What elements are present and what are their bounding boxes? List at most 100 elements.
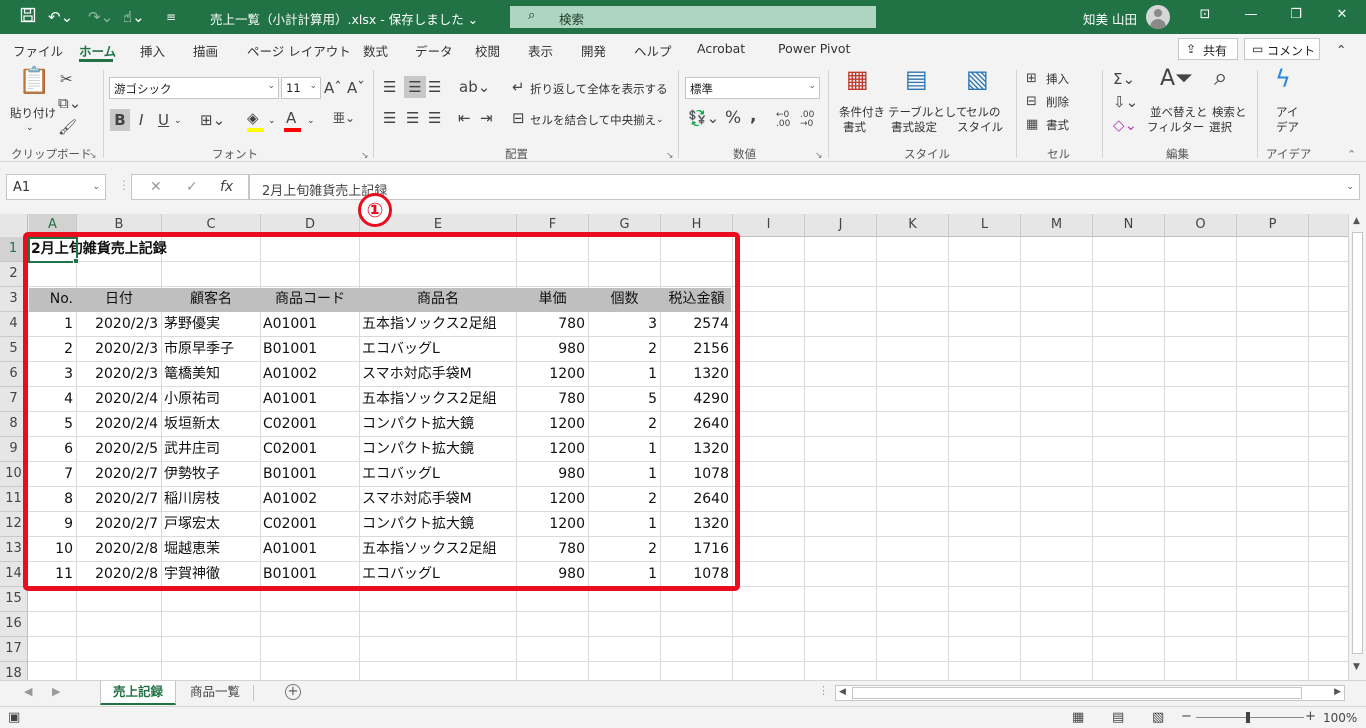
user-name[interactable]: 知美 山田 [1083,9,1137,28]
tab-power-pivot[interactable]: Power Pivot [778,41,850,56]
tab-draw[interactable]: 描画 [193,41,218,60]
column-header[interactable]: J [805,214,877,237]
cell-styles-icon[interactable]: ▧ [966,67,989,91]
fill-color-icon[interactable]: ◈ [247,109,259,127]
borders-icon[interactable]: ⊞⌄ [200,111,225,129]
ideas-label[interactable]: アイ [1276,105,1298,119]
decrease-font-size-icon[interactable]: Aˇ [347,79,365,97]
expand-formula-bar-icon[interactable]: ⌄ [1346,182,1354,192]
find-select-label[interactable]: 検索と [1212,105,1247,119]
tab-review[interactable]: 校閲 [475,41,500,60]
vertical-scroll-thumb[interactable] [1352,232,1363,654]
merge-dropdown-icon[interactable]: ⌄ [656,113,664,127]
percent-style-icon[interactable]: % [725,109,741,127]
save-icon[interactable] [20,7,36,28]
column-header[interactable]: M [1021,214,1093,237]
format-painter-icon[interactable]: 🖌 [58,118,77,136]
align-top-icon[interactable]: ☰ [383,78,396,96]
share-button[interactable]: ⇪ 共有 [1178,38,1238,60]
column-header[interactable]: N [1093,214,1165,237]
zoom-slider-thumb[interactable] [1246,712,1250,723]
undo-icon[interactable]: ↶⌄ [48,7,73,27]
avatar[interactable] [1146,5,1170,29]
tab-insert[interactable]: 挿入 [140,41,165,60]
format-cells-icon[interactable]: ▦ [1026,116,1038,134]
font-color-dropdown-icon[interactable]: ⌄ [307,114,315,128]
delete-cells-icon[interactable]: ⊟ [1026,93,1037,111]
align-center-icon[interactable]: ☰ [406,109,419,127]
tab-split-handle-icon[interactable]: ⋮ [818,684,829,697]
column-header[interactable]: P [1237,214,1309,237]
paste-label[interactable]: 貼り付け [10,106,56,120]
zoom-in-icon[interactable]: + [1305,709,1316,724]
normal-view-icon[interactable]: ▦ [1072,710,1084,725]
cancel-icon[interactable]: ✕ [150,179,162,195]
clipboard-dialog-launcher-icon[interactable]: ↘ [89,151,97,161]
vertical-scrollbar[interactable]: ▲ ▼ [1348,214,1366,680]
customize-toolbar-icon[interactable]: ≡ [166,7,176,27]
phonetic-guide-icon[interactable]: 亜⌄ [333,109,355,127]
increase-indent-icon[interactable]: ⇥ [480,109,493,127]
tab-acrobat[interactable]: Acrobat [697,41,745,56]
row-header[interactable]: 15 [0,587,28,612]
format-as-table-icon[interactable]: ▤ [905,67,928,91]
conditional-format-label[interactable]: 条件付き [839,105,885,119]
comment-button[interactable]: ▭ コメント [1244,38,1320,60]
tab-developer[interactable]: 開発 [581,41,606,60]
scroll-up-icon[interactable]: ▲ [1353,216,1360,226]
tab-home[interactable]: ホーム [79,41,116,60]
fill-icon[interactable]: ⇩⌄ [1113,93,1138,111]
orientation-icon[interactable]: ab⌄ [459,78,490,96]
restore-icon[interactable]: ❐ [1286,7,1306,22]
find-select-icon[interactable]: ⌕ [1214,65,1227,89]
zoom-level[interactable]: 100% [1323,711,1357,725]
fill-color-dropdown-icon[interactable]: ⌄ [268,114,276,128]
column-header[interactable]: I [733,214,805,237]
paste-icon[interactable]: 📋 [18,68,50,94]
alignment-dialog-launcher-icon[interactable]: ↘ [666,151,674,161]
comma-style-icon[interactable]: , [750,107,756,125]
sheet-tab-products[interactable]: 商品一覧 [178,681,252,705]
clear-icon[interactable]: ◇⌄ [1113,116,1137,134]
column-header[interactable]: L [949,214,1021,237]
underline-dropdown-icon[interactable]: ⌄ [174,114,182,128]
formula-input[interactable]: 2月上旬雑貨売上記録 ⌄ [249,174,1360,200]
format-as-table-label-2[interactable]: 書式設定 [891,120,937,134]
accounting-format-icon[interactable]: 💱⌄ [688,109,719,127]
row-header[interactable]: 16 [0,612,28,637]
merge-center-button[interactable]: セルを結合して中央揃え [530,113,656,127]
ribbon-display-options-icon[interactable]: ⊡ [1195,7,1215,22]
format-cells-button[interactable]: 書式 [1046,118,1069,132]
delete-cells-button[interactable]: 削除 [1046,95,1069,109]
search-box[interactable]: ⌕ 検索 [510,6,876,28]
scroll-down-icon[interactable]: ▼ [1353,662,1360,672]
tab-view[interactable]: 表示 [528,41,553,60]
font-name-select[interactable]: 游ゴシック ⌄ [109,77,279,99]
number-format-select[interactable]: 標準 ⌄ [685,77,820,99]
wrap-text-icon[interactable]: ↵ [512,78,525,96]
ideas-label-2[interactable]: デア [1276,120,1299,134]
sort-filter-label[interactable]: 並べ替えと [1150,105,1208,119]
horizontal-scroll-thumb[interactable] [852,687,1302,699]
decrease-indent-icon[interactable]: ⇤ [458,109,471,127]
row-header[interactable]: 17 [0,637,28,662]
italic-icon[interactable]: I [139,111,143,129]
insert-cells-icon[interactable]: ⊞ [1026,70,1037,88]
minimize-icon[interactable]: — [1241,7,1261,22]
document-title[interactable]: 売上一覧（小計計算用）.xlsx - 保存しました ⌄ [210,9,478,28]
touch-mode-icon[interactable]: ☝⌄ [123,7,145,27]
name-box[interactable]: A1 ⌄ [6,174,106,200]
tab-file[interactable]: ファイル [13,41,63,60]
increase-decimal-icon[interactable]: ←0.00 [776,111,790,129]
close-icon[interactable]: ✕ [1332,7,1352,22]
bold-icon[interactable]: B [110,109,130,131]
merge-center-icon[interactable]: ⊟ [512,109,525,127]
zoom-out-icon[interactable]: − [1181,709,1192,724]
add-sheet-button[interactable]: + [285,684,301,700]
macro-recording-icon[interactable]: ▣ [8,710,20,725]
align-left-icon[interactable]: ☰ [383,109,396,127]
column-header[interactable]: O [1165,214,1237,237]
number-dialog-launcher-icon[interactable]: ↘ [815,151,823,161]
ribbon-collapse-icon[interactable]: ⌃ [1347,148,1356,161]
sort-filter-label-2[interactable]: フィルター [1147,120,1204,134]
